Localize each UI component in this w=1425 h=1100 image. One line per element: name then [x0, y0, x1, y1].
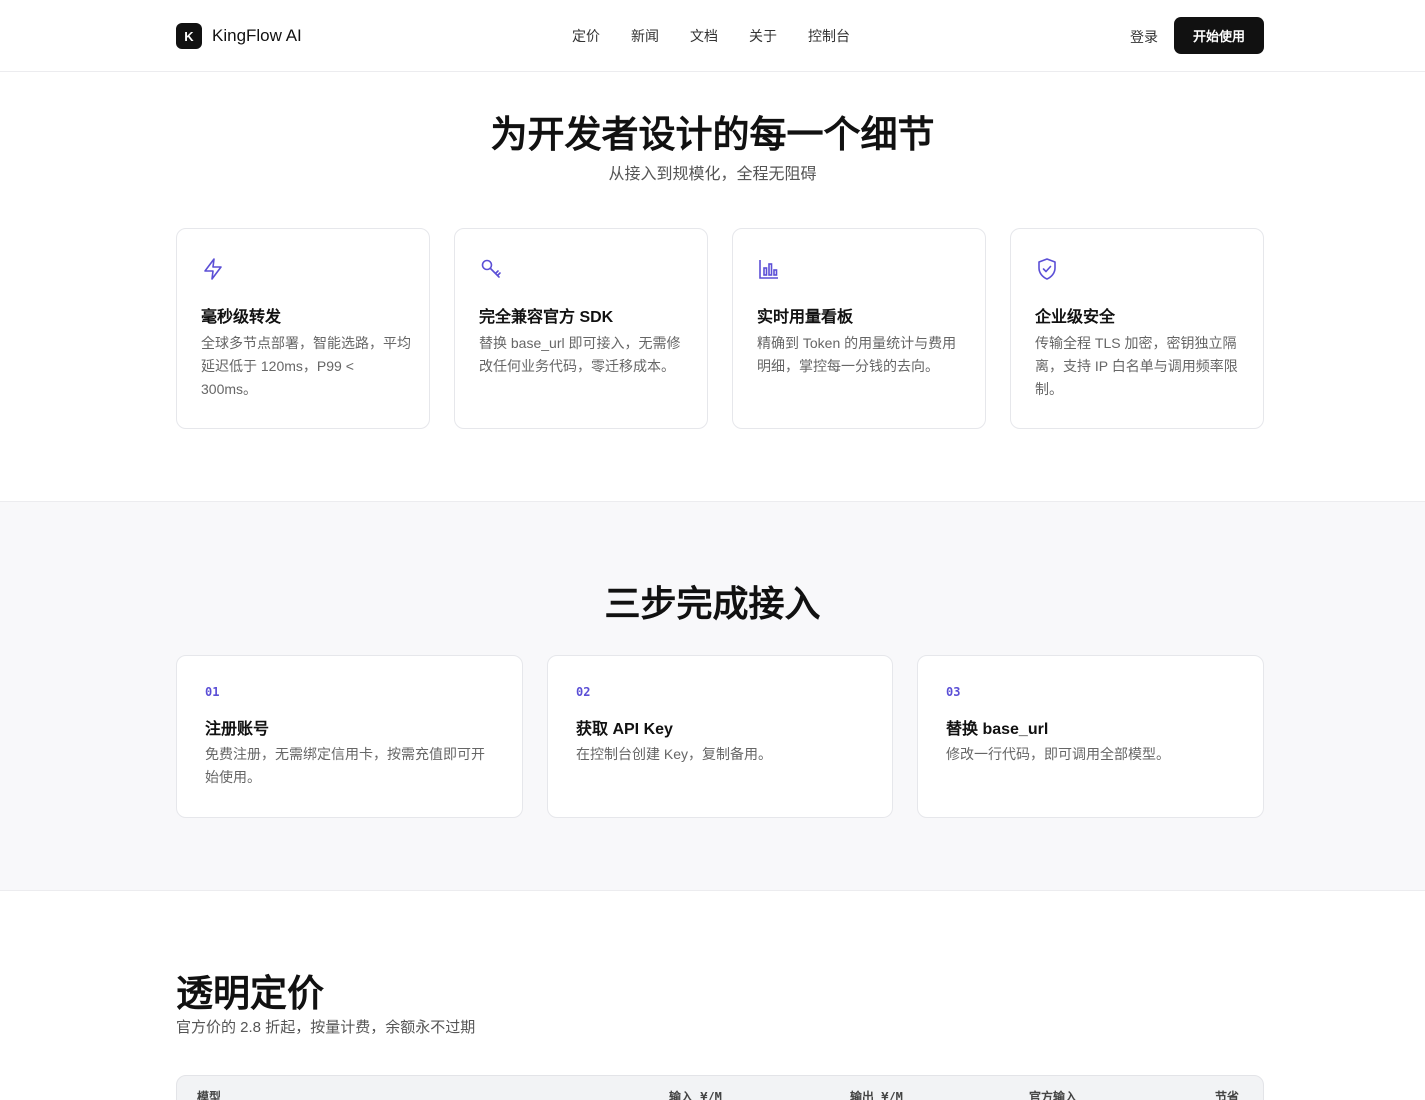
pricing-subtitle: 官方价的 2.8 折起，按量计费，余额永不过期 — [176, 1019, 476, 1036]
feature-desc: 精确到 Token 的用量统计与费用明细，掌控每一分钱的去向。 — [757, 335, 957, 374]
feature-card-security: 企业级安全 传输全程 TLS 加密，密钥独立隔离，支持 IP 白名单与调用频率限… — [1010, 228, 1264, 429]
column-header-model[interactable]: 模型 — [197, 1088, 221, 1100]
feature-desc: 传输全程 TLS 加密，密钥独立隔离，支持 IP 白名单与调用频率限制。 — [1035, 335, 1238, 397]
step-number: 01 — [205, 685, 220, 699]
step-desc: 在控制台创建 Key，复制备用。 — [576, 746, 773, 762]
column-header-input-price[interactable]: 输入 ¥/M — [669, 1088, 722, 1100]
shield-check-icon — [1038, 258, 1056, 280]
lightning-icon — [204, 258, 222, 280]
feature-desc: 全球多节点部署，智能选路，平均延迟低于 120ms，P99 < 300ms。 — [201, 335, 411, 397]
feature-desc: 替换 base_url 即可接入，无需修改任何业务代码，零迁移成本。 — [479, 335, 681, 374]
step-number: 02 — [576, 685, 591, 699]
get-started-button[interactable]: 开始使用 — [1174, 17, 1264, 54]
steps-title: 三步完成接入 — [604, 583, 821, 624]
features-title: 为开发者设计的每一个细节 — [490, 114, 935, 155]
login-link[interactable]: 登录 — [1130, 27, 1158, 47]
step-desc: 修改一行代码，即可调用全部模型。 — [946, 746, 1170, 762]
brand-logo[interactable]: K KingFlow AI — [176, 23, 302, 49]
feature-card-latency: 毫秒级转发 全球多节点部署，智能选路，平均延迟低于 120ms，P99 < 30… — [176, 228, 430, 429]
feature-card-sdk: 完全兼容官方 SDK 替换 base_url 即可接入，无需修改任何业务代码，零… — [454, 228, 708, 429]
bar-chart-icon — [759, 260, 778, 279]
step-card-base-url: 03 替换 base_url 修改一行代码，即可调用全部模型。 — [917, 655, 1264, 818]
feature-title: 完全兼容官方 SDK — [479, 309, 614, 326]
step-desc: 免费注册，无需绑定信用卡，按需充值即可开始使用。 — [205, 746, 485, 785]
pricing-title: 透明定价 — [176, 973, 324, 1014]
feature-card-dashboard: 实时用量看板 精确到 Token 的用量统计与费用明细，掌控每一分钱的去向。 — [732, 228, 986, 429]
feature-title: 实时用量看板 — [757, 309, 854, 326]
brand-name: KingFlow AI — [212, 26, 302, 45]
column-header-savings[interactable]: 节省 — [1215, 1088, 1239, 1100]
nav-link-news[interactable]: 新闻 — [631, 26, 659, 46]
step-card-api-key: 02 获取 API Key 在控制台创建 Key，复制备用。 — [547, 655, 893, 818]
column-header-output-price[interactable]: 输出 ¥/M — [850, 1088, 903, 1100]
main-nav: 定价 新闻 文档 关于 控制台 — [572, 26, 881, 46]
step-card-register: 01 注册账号 免费注册，无需绑定信用卡，按需充值即可开始使用。 — [176, 655, 523, 818]
column-header-official-input[interactable]: 官方输入 — [1029, 1088, 1077, 1100]
step-title: 获取 API Key — [576, 721, 673, 738]
features-subtitle: 从接入到规模化，全程无阻碍 — [608, 166, 817, 183]
nav-link-console[interactable]: 控制台 — [808, 26, 850, 46]
nav-link-pricing[interactable]: 定价 — [572, 26, 600, 46]
logo-mark-icon: K — [176, 23, 202, 49]
top-navbar: K KingFlow AI 定价 新闻 文档 关于 控制台 登录 开始使用 — [0, 0, 1425, 72]
pricing-table: 模型 输入 ¥/M 输出 ¥/M 官方输入 节省 — [176, 1075, 1264, 1100]
step-number: 03 — [946, 685, 961, 699]
feature-title: 毫秒级转发 — [201, 309, 282, 326]
step-title: 注册账号 — [205, 721, 270, 738]
nav-link-docs[interactable]: 文档 — [690, 26, 718, 46]
key-icon — [481, 259, 501, 278]
nav-link-about[interactable]: 关于 — [749, 26, 777, 46]
step-title: 替换 base_url — [946, 721, 1049, 738]
feature-title: 企业级安全 — [1035, 309, 1116, 326]
